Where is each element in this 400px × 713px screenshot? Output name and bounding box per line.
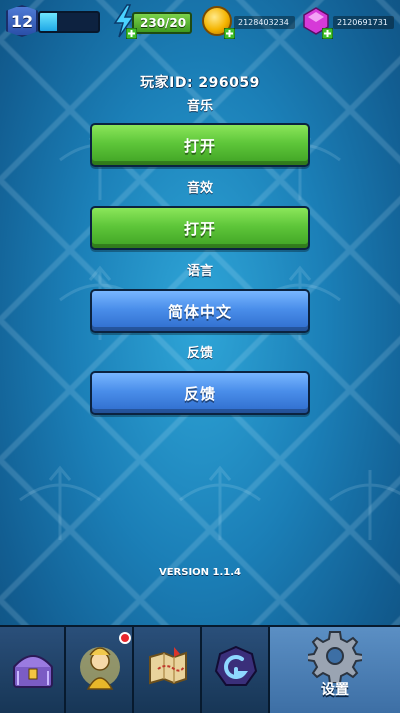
level-badge: 12: [6, 5, 38, 37]
add-coins-icon[interactable]: [224, 28, 235, 39]
language-button[interactable]: 简体中文: [90, 289, 310, 333]
sfx-label: 音效: [186, 181, 213, 196]
feedback-button-label: 反馈: [183, 384, 216, 403]
nav-label-settings: 设置: [321, 682, 349, 698]
xp-bar: [38, 11, 100, 33]
top-bar: 12 230/20 2128403234 2120691731: [0, 0, 400, 44]
add-energy-icon[interactable]: [126, 28, 137, 39]
nav-tab-chest[interactable]: [0, 627, 66, 713]
music-toggle-button[interactable]: 打开: [90, 123, 310, 167]
language-label: 语言: [186, 264, 213, 279]
nav-tab-settings[interactable]: 设置: [270, 627, 400, 713]
rune-icon: [214, 645, 258, 686]
player-id: 玩家ID: 296059: [140, 75, 260, 91]
nav-tab-rune[interactable]: [202, 627, 270, 713]
gear-icon: [308, 631, 362, 683]
notification-dot: [119, 632, 131, 644]
bottom-nav: 设置: [0, 625, 400, 713]
nav-tab-map[interactable]: [134, 627, 202, 713]
coin-value: 2128403234: [234, 16, 295, 29]
sfx-toggle-button[interactable]: 打开: [90, 206, 310, 250]
music-button-label: 打开: [183, 136, 216, 155]
feedback-button[interactable]: 反馈: [90, 371, 310, 415]
xp-fill: [40, 13, 58, 31]
level-value: 12: [10, 11, 34, 31]
chest-icon: [13, 655, 53, 688]
music-label: 音乐: [186, 99, 213, 114]
language-button-label: 简体中文: [167, 302, 232, 321]
sfx-button-label: 打开: [183, 219, 216, 238]
version-text: VERSION 1.1.4: [158, 567, 242, 578]
energy-counter: 230/20: [132, 12, 192, 34]
feedback-label: 反馈: [186, 346, 213, 361]
gem-value: 2120691731: [333, 16, 394, 29]
map-icon: [149, 647, 187, 685]
hero-icon: [80, 647, 120, 690]
add-gems-icon[interactable]: [322, 28, 333, 39]
energy-value: 230/20: [140, 16, 187, 30]
